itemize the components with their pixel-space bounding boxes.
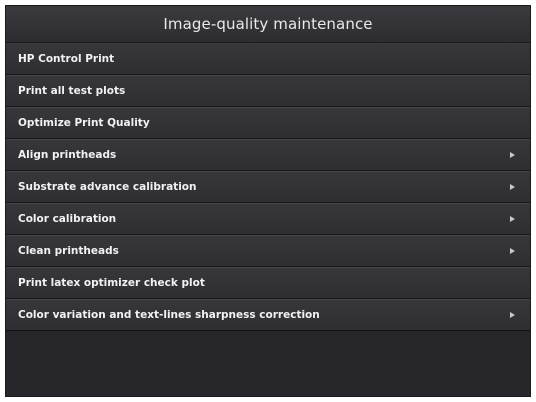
empty-panel-area xyxy=(6,340,530,396)
menu-item-print-latex-optimizer-check-plot[interactable]: Print latex optimizer check plot xyxy=(6,267,530,299)
menu-item-label: Print all test plots xyxy=(18,85,126,97)
menu-item-label: Print latex optimizer check plot xyxy=(18,277,205,289)
menu-item-print-all-test-plots[interactable]: Print all test plots xyxy=(6,75,530,107)
menu-item-color-variation-sharpness-correction[interactable]: Color variation and text-lines sharpness… xyxy=(6,299,530,331)
menu-item-clean-printheads[interactable]: Clean printheads xyxy=(6,235,530,267)
chevron-right-icon xyxy=(510,184,515,190)
menu-item-substrate-advance-calibration[interactable]: Substrate advance calibration xyxy=(6,171,530,203)
maintenance-menu: HP Control Print Print all test plots Op… xyxy=(6,43,530,331)
menu-item-color-calibration[interactable]: Color calibration xyxy=(6,203,530,235)
menu-item-label: HP Control Print xyxy=(18,53,115,65)
menu-item-label: Color calibration xyxy=(18,213,117,225)
chevron-right-icon xyxy=(510,248,515,254)
page-title: Image-quality maintenance xyxy=(163,15,373,33)
menu-item-label: Optimize Print Quality xyxy=(18,117,150,129)
menu-item-label: Clean printheads xyxy=(18,245,119,257)
title-bar: Image-quality maintenance xyxy=(6,6,530,43)
menu-item-hp-control-print[interactable]: HP Control Print xyxy=(6,43,530,75)
printer-panel-screen: Image-quality maintenance HP Control Pri… xyxy=(5,5,531,397)
menu-item-label: Align printheads xyxy=(18,149,117,161)
chevron-right-icon xyxy=(510,152,515,158)
chevron-right-icon xyxy=(510,216,515,222)
menu-item-label: Color variation and text-lines sharpness… xyxy=(18,309,320,321)
menu-item-label: Substrate advance calibration xyxy=(18,181,197,193)
menu-item-optimize-print-quality[interactable]: Optimize Print Quality xyxy=(6,107,530,139)
chevron-right-icon xyxy=(510,312,515,318)
menu-item-align-printheads[interactable]: Align printheads xyxy=(6,139,530,171)
